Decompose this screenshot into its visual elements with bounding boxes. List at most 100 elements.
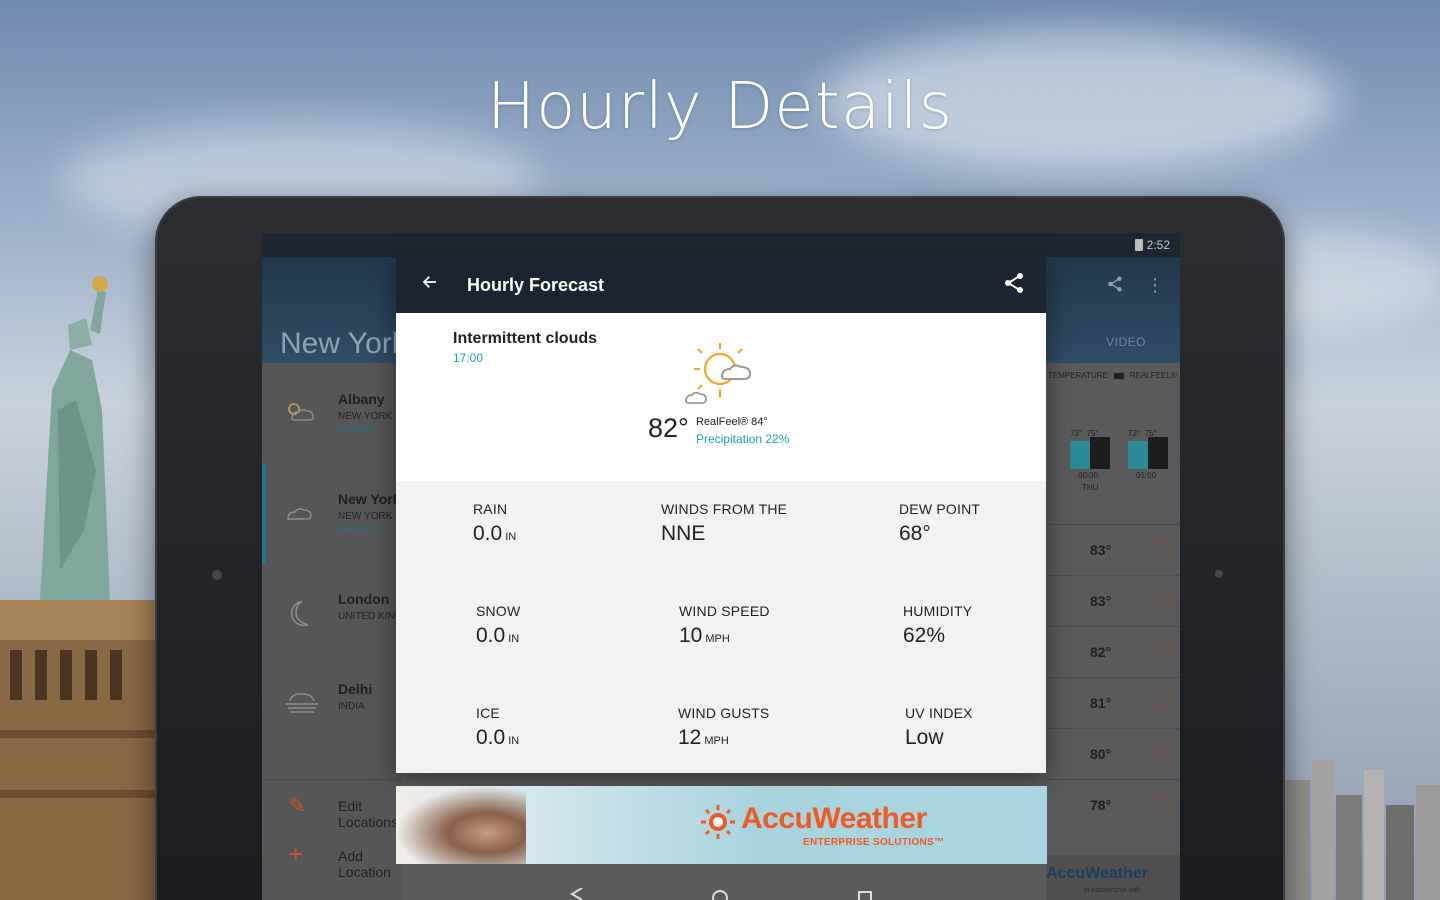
detail-dew-point: DEW POINT 68° <box>899 501 980 546</box>
moon-icon <box>284 599 316 627</box>
ad-image <box>396 786 526 864</box>
chevron-right-icon: › <box>1157 540 1172 555</box>
bar-column: 73° 75° 00:00 THU <box>1070 423 1114 493</box>
edit-locations-button[interactable]: ✎ Edit Locations <box>262 781 402 831</box>
add-location-label: Add Location <box>338 848 391 880</box>
location-name: Albany <box>338 391 385 407</box>
status-bar: 2:52 <box>262 233 1180 257</box>
bar-temperature <box>1070 441 1090 469</box>
forecast-summary: Intermittent clouds 17:00 82° RealFeel® … <box>396 313 1046 481</box>
hour-row[interactable]: 80° › <box>1046 728 1180 779</box>
legend-swatch <box>1113 372 1124 379</box>
hourly-forecast-dialog: Hourly Forecast Intermittent clouds 17:0… <box>396 256 1046 773</box>
detail-number: NNE <box>661 522 706 545</box>
location-name: London <box>338 591 390 607</box>
chevron-right-icon: › <box>1157 795 1172 810</box>
hour-temp: 78° <box>1090 797 1112 813</box>
detail-ice: ICE 0.0 IN <box>476 705 519 750</box>
location-item-delhi[interactable]: Delhi INDIA <box>262 653 402 753</box>
home-nav-icon <box>712 890 728 900</box>
share-icon[interactable] <box>1106 275 1124 298</box>
hour-temp: 81° <box>1090 695 1112 711</box>
add-location-button[interactable]: + Add Location <box>262 831 402 881</box>
footer-partner: in partnership with <box>1084 887 1141 894</box>
back-nav-icon <box>570 888 583 900</box>
bar-column: 72° 75° 01:00 <box>1128 423 1172 493</box>
location-region: INDIA <box>338 701 365 712</box>
location-item-albany[interactable]: Albany NEW YORK CURRENT <box>262 363 402 463</box>
chevron-right-icon: › <box>1157 693 1172 708</box>
ad-banner[interactable]: AccuWeather ENTERPRISE SOLUTIONS™ <box>396 786 1047 864</box>
hour-temp: 83° <box>1090 593 1112 609</box>
location-name: New York <box>338 491 401 507</box>
drawer-divider <box>262 779 402 780</box>
location-region: NEW YORK <box>338 511 393 522</box>
hour-row[interactable]: 78° › <box>1046 779 1180 830</box>
sensor-dot <box>1215 570 1223 578</box>
detail-label: UV INDEX <box>905 705 973 721</box>
legend-temperature: TEMPERATURE <box>1048 371 1108 380</box>
legend-realfeel: REALFEEL® <box>1129 371 1177 380</box>
city-title: New York <box>280 327 407 360</box>
tab-video[interactable]: VIDEO <box>1106 335 1146 349</box>
detail-value: 0.0 IN <box>476 624 520 648</box>
detail-value: 0.0 IN <box>473 522 516 546</box>
status-time: 2:52 <box>1146 238 1170 252</box>
location-tag: CURRENT <box>338 425 378 434</box>
detail-value: 12 MPH <box>678 726 769 750</box>
fog-icon <box>284 689 318 713</box>
edit-locations-label: Edit Locations <box>338 798 398 830</box>
hour-row[interactable]: 83° › <box>1046 524 1180 575</box>
detail-number: 68° <box>899 522 931 545</box>
accuweather-sun-logo-icon <box>701 805 735 839</box>
hero-title: Hourly Details <box>486 70 954 144</box>
partly-sunny-icon <box>284 399 316 423</box>
detail-snow: SNOW 0.0 IN <box>476 603 520 648</box>
detail-number: 0.0 <box>476 624 506 647</box>
background-footer-ad: AccuWeather in partnership with <box>1046 855 1180 900</box>
hour-temp: 80° <box>1090 746 1112 762</box>
chart-legend: TEMPERATURE REALFEEL® <box>1048 371 1177 380</box>
detail-unit: MPH <box>705 633 730 645</box>
detail-label: WIND GUSTS <box>678 705 770 721</box>
footer-brand: AccuWeather <box>1046 865 1148 882</box>
detail-wind-gusts: WIND GUSTS 12 MPH <box>678 705 769 750</box>
dialog-title: Hourly Forecast <box>467 275 605 295</box>
forecast-details-grid: RAIN 0.0 IN WINDS FROM THE NNE DEW POINT … <box>396 481 1046 773</box>
overflow-menu-icon[interactable]: ⋮ <box>1146 275 1164 298</box>
back-arrow-icon[interactable] <box>416 270 444 298</box>
detail-wind-speed: WIND SPEED 10 MPH <box>679 603 770 648</box>
realfeel-value: RealFeel® 84° <box>696 416 768 428</box>
location-item-new-york[interactable]: New York NEW YORK FAVORITE <box>262 463 402 563</box>
temperature-value: 82° <box>648 413 689 443</box>
location-tag: FAVORITE <box>338 525 377 534</box>
detail-label: DEW POINT <box>899 501 981 517</box>
intermittent-clouds-icon <box>685 343 752 404</box>
detail-value: 62% <box>903 624 972 648</box>
detail-value: 68° <box>899 522 980 546</box>
detail-number: 0.0 <box>473 522 503 545</box>
hour-row[interactable]: 83° › <box>1046 575 1180 626</box>
share-icon[interactable] <box>1002 271 1030 299</box>
forecast-time: 17:00 <box>453 351 484 365</box>
hour-row[interactable]: 81° › <box>1046 677 1180 728</box>
bar-realfeel <box>1090 437 1110 469</box>
locations-drawer: Albany NEW YORK CURRENT New York NEW YOR… <box>262 363 426 900</box>
detail-number: 10 <box>679 624 703 647</box>
detail-unit: IN <box>508 735 520 747</box>
detail-label: WINDS FROM THE <box>661 501 788 517</box>
chevron-right-icon: › <box>1157 744 1172 759</box>
battery-icon <box>1134 239 1143 251</box>
camera-dot <box>212 570 222 580</box>
precipitation-value: Precipitation 22% <box>696 432 790 446</box>
bar-temp-label: 73° <box>1070 429 1083 438</box>
bar-day: THU <box>1082 483 1099 492</box>
location-item-london[interactable]: London UNITED KINGDOM <box>262 563 426 663</box>
city-skyline-image <box>1280 760 1440 900</box>
detail-unit: MPH <box>704 735 729 747</box>
detail-value: 10 MPH <box>679 624 770 648</box>
android-nav-bar <box>570 888 872 900</box>
hour-row[interactable]: 82° › <box>1046 626 1180 677</box>
bar-time: 00:00 <box>1078 471 1099 480</box>
pencil-icon: ✎ <box>288 793 307 818</box>
